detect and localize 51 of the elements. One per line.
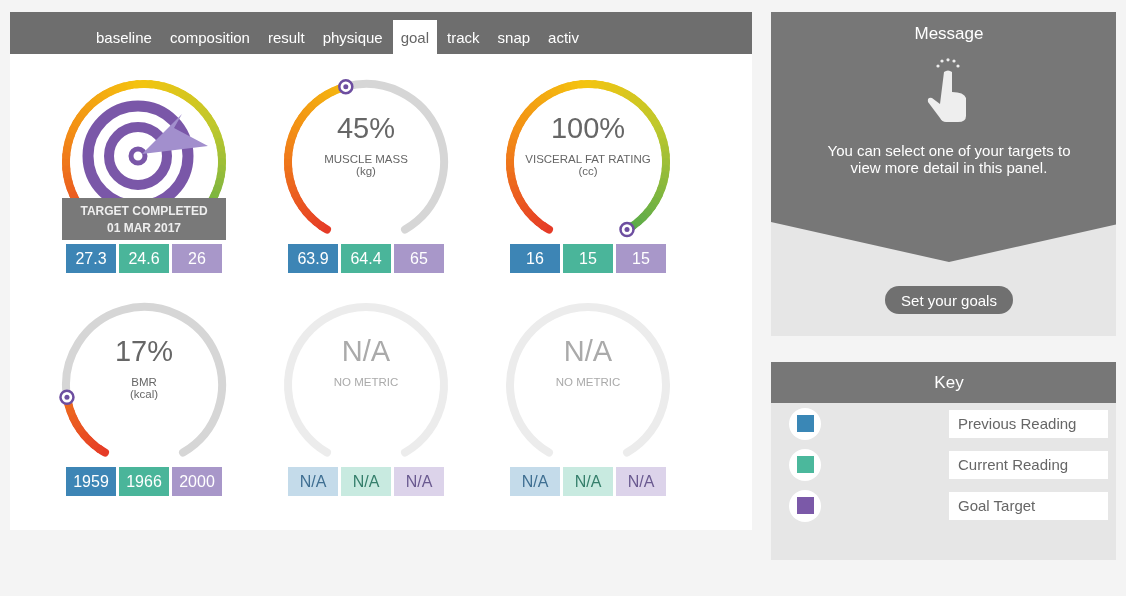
panel-title: Key [934, 372, 964, 393]
marker-icon[interactable] [619, 221, 635, 238]
tab[interactable]: result [259, 20, 313, 54]
reading-value: 65 [394, 244, 444, 273]
reading-value: 63.9 [288, 244, 338, 273]
reading-value: 1966 [119, 467, 169, 496]
percent-value: N/A [563, 335, 613, 368]
reading-value: 16 [510, 244, 560, 273]
key-label: Previous Reading [949, 409, 1108, 438]
reading-value: 27.3 [66, 244, 116, 273]
metric-label: NO METRIC [555, 376, 621, 388]
tab[interactable]: snap [489, 20, 539, 54]
metric-label: NO METRIC [333, 376, 399, 388]
unit-label: (cc) [578, 165, 598, 177]
unit-label: (kg) [356, 165, 376, 177]
reading-value: 26 [172, 244, 222, 273]
tab[interactable]: baseline [88, 20, 160, 54]
marker-icon[interactable] [59, 389, 75, 405]
tab[interactable]: track [439, 20, 488, 54]
banner-text: 01 MAR 2017 [106, 220, 181, 235]
banner-text: TARGET COMPLETED [80, 203, 208, 218]
reading-value: N/A [510, 467, 560, 496]
reading-value: N/A [394, 467, 444, 496]
message-text: You can select one of your targets to view more detail in this panel. [826, 142, 1072, 176]
metric-label: MUSCLE MASS [324, 153, 408, 165]
percent-value: 17% [114, 335, 173, 368]
panel-title: Message [914, 24, 984, 44]
reading-value: 2000 [172, 467, 222, 496]
percent-value: 100% [550, 112, 626, 145]
reading-value: N/A [563, 467, 613, 496]
metric-label: VISCERAL FAT RATING [525, 153, 651, 165]
percent-value: N/A [341, 335, 391, 368]
tab[interactable]: composition [161, 20, 258, 54]
tab[interactable]: physique [314, 20, 391, 54]
reading-value: N/A [341, 467, 391, 496]
unit-label: (kcal) [129, 388, 159, 400]
tab[interactable]: activ [540, 20, 587, 54]
key-label: Current Reading [949, 450, 1108, 479]
reading-value: 15 [616, 244, 666, 273]
set-goals-button[interactable]: Set your goals [885, 286, 1013, 314]
marker-icon[interactable] [338, 78, 354, 95]
metric-label: BMR [131, 376, 157, 388]
reading-value: N/A [616, 467, 666, 496]
percent-value: 45% [336, 112, 395, 145]
key-label: Goal Target [949, 491, 1108, 520]
reading-value: 64.4 [341, 244, 391, 273]
reading-value: 15 [563, 244, 613, 273]
reading-value: 24.6 [119, 244, 169, 273]
reading-value: 1959 [66, 467, 116, 496]
tab[interactable]: goal [392, 20, 438, 54]
reading-value: N/A [288, 467, 338, 496]
